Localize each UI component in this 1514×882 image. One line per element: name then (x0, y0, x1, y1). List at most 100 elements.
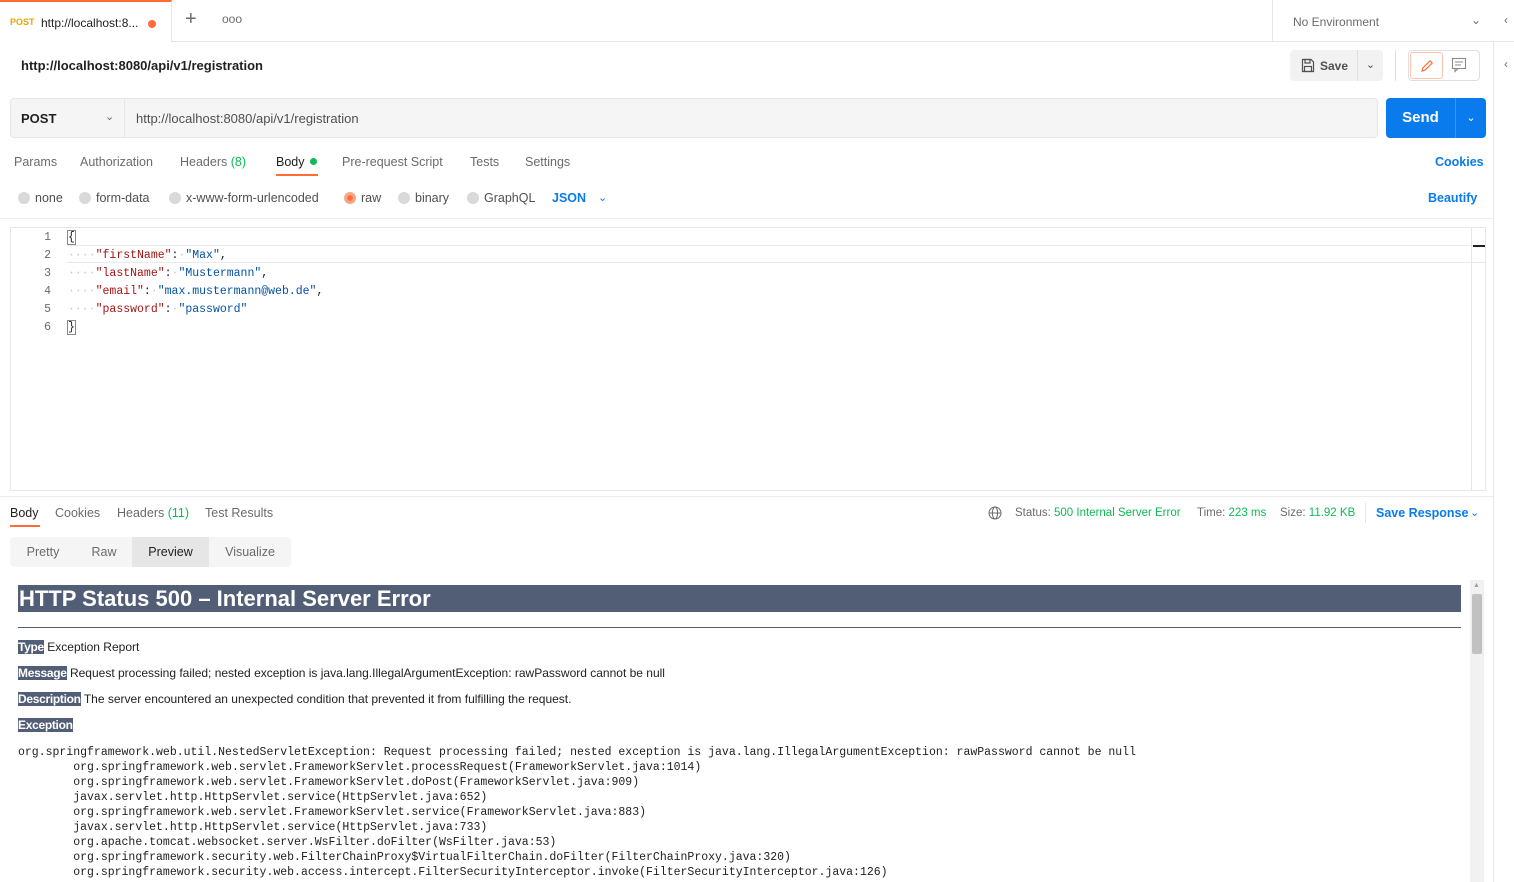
response-tab-headers[interactable]: Headers (11) (117, 506, 189, 520)
json-value: "Mustermann" (178, 267, 262, 280)
body-type-raw-label: raw (361, 191, 382, 205)
format-selector[interactable]: JSON (552, 191, 586, 205)
tab-title: http://localhost:8... (41, 16, 139, 30)
json-key: "email" (95, 285, 144, 298)
view-mode-pretty[interactable]: Pretty (10, 537, 76, 567)
response-divider[interactable] (0, 496, 1494, 497)
body-indicator-dot (309, 158, 317, 165)
error-type-row: Type Exception Report (18, 640, 139, 654)
comment-icon[interactable] (1451, 57, 1467, 73)
code-line: ····"lastName":·"Mustermann", (68, 267, 269, 280)
response-tab-test-results[interactable]: Test Results (205, 506, 273, 520)
radio-icon (79, 192, 91, 204)
tab-headers[interactable]: Headers (8) (180, 155, 246, 169)
tab-tests[interactable]: Tests (470, 155, 499, 169)
chevron-down-icon[interactable]: ⌄ (1470, 506, 1479, 519)
method-label: POST (21, 111, 57, 126)
globe-icon[interactable] (988, 506, 1002, 520)
view-mode-preview[interactable]: Preview (132, 537, 209, 567)
headers-count-badge: (8) (230, 155, 247, 169)
cookies-link[interactable]: Cookies (1435, 155, 1484, 169)
code-line: ····"password":·"password" (68, 303, 248, 316)
save-response-button[interactable]: Save Response (1376, 506, 1468, 520)
view-mode-visualize[interactable]: Visualize (209, 537, 291, 567)
new-tab-button[interactable]: + (185, 9, 197, 29)
active-line-highlight (67, 245, 1485, 263)
json-key: "lastName" (95, 267, 165, 280)
more-tabs-button[interactable]: ooo (222, 12, 242, 26)
radio-icon (467, 192, 479, 204)
beautify-link[interactable]: Beautify (1428, 191, 1477, 205)
send-button[interactable]: Send (1386, 98, 1455, 138)
body-type-urlencoded-label: x-www-form-urlencoded (186, 191, 319, 205)
body-type-form-data-label: form-data (96, 191, 150, 205)
editor-scrollbar[interactable] (1471, 228, 1472, 490)
tab-authorization[interactable]: Authorization (80, 155, 153, 169)
code-line: } (67, 320, 76, 335)
scroll-up-arrow-icon[interactable]: ▲ (1473, 582, 1480, 589)
open-brace: { (67, 230, 76, 245)
chevron-down-icon: ⌄ (1466, 112, 1476, 124)
size-label: Size: (1280, 507, 1306, 519)
body-type-binary[interactable]: binary (398, 191, 449, 205)
tab-params[interactable]: Params (14, 155, 57, 169)
request-tab[interactable]: POST http://localhost:8... (0, 0, 172, 42)
response-size[interactable]: Size: 11.92 KB (1280, 507, 1355, 519)
error-exception-row: Exception (18, 718, 73, 732)
view-mode-group: Pretty Raw Preview Visualize (10, 537, 291, 567)
line-number: 4 (44, 285, 51, 298)
body-type-urlencoded[interactable]: x-www-form-urlencoded (169, 191, 319, 205)
section-divider (0, 218, 1494, 219)
line-number: 6 (44, 321, 51, 334)
method-selector[interactable]: POST ⌄ (10, 98, 125, 138)
chevron-left-icon[interactable]: ‹ (1504, 13, 1508, 27)
save-label: Save (1320, 59, 1349, 73)
response-status[interactable]: Status: 500 Internal Server Error (1015, 507, 1181, 519)
tab-body[interactable]: Body (276, 155, 317, 169)
url-text: http://localhost:8080/api/v1/registratio… (136, 111, 359, 126)
comma: , (261, 267, 269, 280)
edit-button[interactable] (1410, 52, 1443, 79)
response-time[interactable]: Time: 223 ms (1197, 507, 1266, 519)
tab-body-label: Body (276, 155, 305, 169)
view-mode-raw[interactable]: Raw (76, 537, 132, 567)
status-divider (1365, 503, 1366, 523)
body-type-none[interactable]: none (18, 191, 63, 205)
type-value: Exception Report (47, 640, 140, 654)
save-button[interactable]: Save (1290, 50, 1358, 81)
request-name[interactable]: http://localhost:8080/api/v1/registratio… (21, 58, 263, 73)
tab-settings[interactable]: Settings (525, 155, 570, 169)
url-input[interactable]: http://localhost:8080/api/v1/registratio… (125, 98, 1378, 138)
save-dropdown-button[interactable]: ⌄ (1358, 50, 1383, 81)
environment-label: No Environment (1293, 15, 1380, 29)
preview-scroll-thumb[interactable] (1472, 594, 1482, 654)
tab-prerequest-script[interactable]: Pre-request Script (342, 155, 443, 169)
json-key: "password" (95, 303, 165, 316)
status-label: Status: (1015, 507, 1051, 519)
collapse-sidebar-icon[interactable]: ‹ (1504, 57, 1508, 71)
error-description-row: Description The server encountered an un… (18, 692, 571, 706)
editor-cursor-marker (1473, 245, 1485, 247)
response-tab-cookies[interactable]: Cookies (55, 506, 100, 520)
body-type-raw[interactable]: raw (344, 191, 381, 205)
line-number: 2 (44, 249, 51, 262)
chevron-down-icon: ⌄ (105, 111, 115, 123)
response-headers-count: (11) (167, 506, 190, 520)
tab-method-badge: POST (10, 17, 35, 27)
body-type-graphql[interactable]: GraphQL (467, 191, 535, 205)
chevron-down-icon[interactable]: ⌄ (598, 191, 607, 204)
unsaved-dot-icon[interactable] (148, 20, 156, 28)
save-icon (1301, 58, 1315, 73)
code-line: ····"firstName":·"Max", (68, 249, 227, 262)
chevron-down-icon: ⌄ (1471, 13, 1482, 27)
error-message-row: Message Request processing failed; neste… (18, 666, 665, 680)
pencil-icon (1421, 59, 1434, 72)
body-editor[interactable]: 1 2 3 4 5 6 { ····"firstName":·"Max", ··… (10, 227, 1486, 491)
description-label: Description (18, 692, 81, 706)
body-type-none-label: none (35, 191, 63, 205)
send-dropdown-button[interactable]: ⌄ (1455, 98, 1486, 138)
environment-selector[interactable]: No Environment ⌄ (1272, 0, 1494, 42)
body-type-form-data[interactable]: form-data (79, 191, 150, 205)
line-number: 1 (44, 231, 51, 244)
response-tab-body[interactable]: Body (10, 506, 39, 520)
